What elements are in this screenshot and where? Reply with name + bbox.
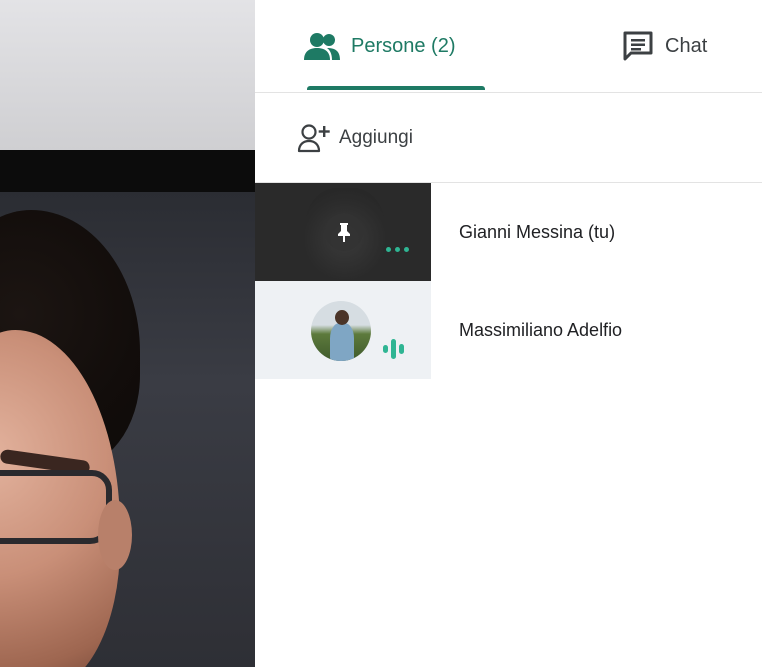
add-person-icon	[297, 123, 330, 152]
avatar	[311, 301, 371, 361]
add-people-button[interactable]: Aggiungi	[297, 123, 413, 153]
tab-chat[interactable]: Chat	[621, 0, 707, 92]
audio-dots-icon	[386, 247, 409, 252]
participant-name: Gianni Messina (tu)	[459, 221, 616, 242]
participant-thumbnail	[255, 281, 431, 379]
pin-icon	[338, 223, 350, 242]
side-panel: Persone (2) Chat Aggiungi Gianni Messina…	[255, 0, 762, 667]
audio-level-icon	[383, 339, 404, 359]
panel-tabs: Persone (2) Chat	[255, 0, 762, 93]
tab-people[interactable]: Persone (2)	[303, 0, 456, 92]
add-people-label: Aggiungi	[339, 126, 413, 148]
tab-chat-label: Chat	[665, 34, 708, 57]
main-video	[0, 0, 255, 667]
participant-name: Massimiliano Adelfio	[459, 319, 623, 340]
people-icon	[304, 33, 340, 60]
video-background	[0, 0, 255, 150]
participant-row[interactable]: Gianni Messina (tu)	[255, 183, 762, 281]
participant-video-thumbnail	[255, 183, 431, 281]
tab-people-label: Persone (2)	[351, 34, 456, 57]
participant-row[interactable]: Massimiliano Adelfio	[255, 281, 762, 379]
chat-icon	[623, 31, 653, 61]
active-tab-indicator	[307, 86, 485, 90]
add-people-row: Aggiungi	[255, 93, 762, 183]
pin-button[interactable]	[325, 213, 363, 251]
